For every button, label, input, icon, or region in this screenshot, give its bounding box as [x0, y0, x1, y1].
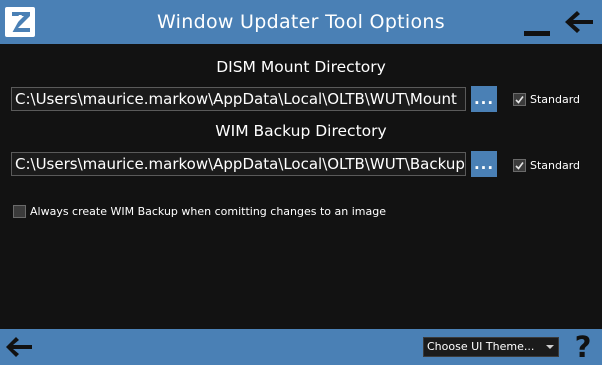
- dism-standard-label: Standard: [530, 93, 581, 106]
- arrow-left-icon: [565, 11, 593, 33]
- checkmark-icon: [515, 162, 524, 170]
- arrow-left-icon: [6, 337, 32, 357]
- always-backup-checkbox[interactable]: [13, 205, 26, 218]
- back-bottom-button[interactable]: [5, 336, 33, 358]
- wim-backup-directory-label: WIM Backup Directory: [215, 122, 387, 140]
- ui-theme-select[interactable]: Choose UI Theme...: [423, 337, 559, 357]
- back-button[interactable]: [564, 9, 594, 35]
- wim-standard-checkbox[interactable]: [513, 159, 526, 172]
- wim-backup-directory-input[interactable]: C:\Users\maurice.markow\AppData\Local\OL…: [11, 152, 466, 176]
- always-backup-label: Always create WIM Backup when comitting …: [30, 205, 387, 218]
- minimize-button[interactable]: [522, 12, 552, 40]
- help-button[interactable]: ?: [571, 331, 595, 363]
- checkmark-icon: [515, 96, 524, 104]
- wim-browse-button[interactable]: ...: [471, 151, 497, 177]
- title-bar: Window Updater Tool Options: [0, 0, 602, 44]
- dism-mount-directory-input[interactable]: C:\Users\maurice.markow\AppData\Local\OL…: [11, 87, 466, 111]
- dism-standard-checkbox[interactable]: [513, 93, 526, 106]
- chevron-down-icon: [546, 345, 554, 349]
- minimize-icon: [524, 31, 550, 36]
- wim-standard-label: Standard: [530, 159, 581, 172]
- ui-theme-select-value: Choose UI Theme...: [427, 340, 535, 353]
- bottom-bar: Choose UI Theme... ?: [0, 329, 602, 365]
- window-title: Window Updater Tool Options: [157, 11, 445, 33]
- dism-browse-button[interactable]: ...: [471, 86, 497, 112]
- dism-mount-directory-label: DISM Mount Directory: [216, 58, 386, 76]
